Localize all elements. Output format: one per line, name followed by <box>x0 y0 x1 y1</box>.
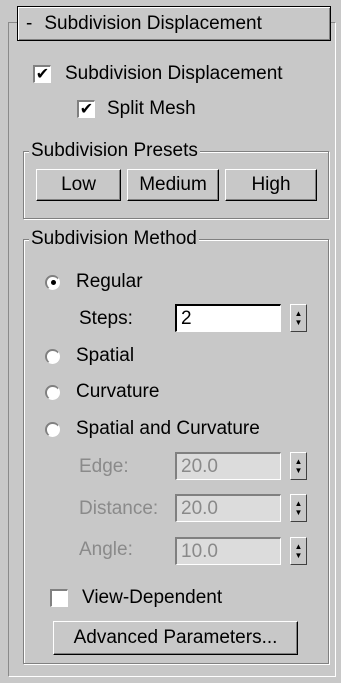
regular-label: Regular <box>76 271 143 292</box>
distance-label: Distance: <box>79 498 159 519</box>
spatial-and-curvature-label: Spatial and Curvature <box>76 418 260 439</box>
split-mesh-label: Split Mesh <box>107 98 196 119</box>
view-dependent-checkbox[interactable] <box>50 589 68 607</box>
regular-option[interactable]: Regular <box>45 271 143 293</box>
medium-button[interactable]: Medium <box>127 169 219 201</box>
regular-radio[interactable] <box>45 274 60 290</box>
spin-up-icon[interactable]: ▲ <box>295 309 303 318</box>
subdivision-method-title: Subdivision Method <box>29 228 199 250</box>
edge-input[interactable]: 20.0 <box>175 452 281 480</box>
split-mesh-option[interactable]: ✔ Split Mesh <box>77 98 196 120</box>
low-button[interactable]: Low <box>36 169 121 201</box>
spin-up-icon[interactable]: ▲ <box>295 499 303 508</box>
curvature-option[interactable]: Curvature <box>45 381 159 403</box>
rollout-header[interactable]: - Subdivision Displacement <box>17 6 331 41</box>
angle-spinner[interactable]: ▲ ▼ <box>290 537 307 565</box>
split-mesh-checkbox[interactable]: ✔ <box>77 100 95 118</box>
edge-spinner[interactable]: ▲ ▼ <box>290 452 307 480</box>
spin-up-icon[interactable]: ▲ <box>295 457 303 466</box>
spatial-label: Spatial <box>76 345 135 366</box>
collapse-toggle[interactable]: - <box>26 13 32 35</box>
distance-input[interactable]: 20.0 <box>175 494 281 522</box>
steps-input[interactable]: 2 <box>175 304 281 332</box>
steps-label: Steps: <box>79 308 133 329</box>
spatial-and-curvature-radio[interactable] <box>45 421 60 437</box>
subdivision-displacement-label: Subdivision Displacement <box>65 63 283 84</box>
spin-up-icon[interactable]: ▲ <box>295 542 303 551</box>
spin-down-icon[interactable]: ▼ <box>295 466 303 475</box>
view-dependent-option[interactable]: View-Dependent <box>50 587 222 609</box>
subdivision-presets-title: Subdivision Presets <box>29 140 200 162</box>
steps-spinner[interactable]: ▲ ▼ <box>290 304 307 332</box>
distance-spinner[interactable]: ▲ ▼ <box>290 494 307 522</box>
advanced-parameters-button[interactable]: Advanced Parameters... <box>53 621 298 655</box>
curvature-label: Curvature <box>76 381 160 402</box>
curvature-radio[interactable] <box>45 384 60 400</box>
angle-input[interactable]: 10.0 <box>175 537 281 565</box>
spatial-and-curvature-option[interactable]: Spatial and Curvature <box>45 418 260 440</box>
spin-down-icon[interactable]: ▼ <box>295 318 303 327</box>
spin-down-icon[interactable]: ▼ <box>295 508 303 517</box>
spatial-radio[interactable] <box>45 348 60 364</box>
spin-down-icon[interactable]: ▼ <box>295 551 303 560</box>
angle-label: Angle: <box>79 539 133 560</box>
edge-label: Edge: <box>79 456 129 477</box>
spatial-option[interactable]: Spatial <box>45 345 134 367</box>
rollout-title: Subdivision Displacement <box>44 12 262 34</box>
subdivision-displacement-option[interactable]: ✔ Subdivision Displacement <box>33 63 283 85</box>
check-icon: ✔ <box>35 65 50 83</box>
check-icon: ✔ <box>79 100 94 118</box>
high-button[interactable]: High <box>225 169 317 201</box>
subdivision-displacement-checkbox[interactable]: ✔ <box>33 65 51 83</box>
view-dependent-label: View-Dependent <box>82 587 223 608</box>
